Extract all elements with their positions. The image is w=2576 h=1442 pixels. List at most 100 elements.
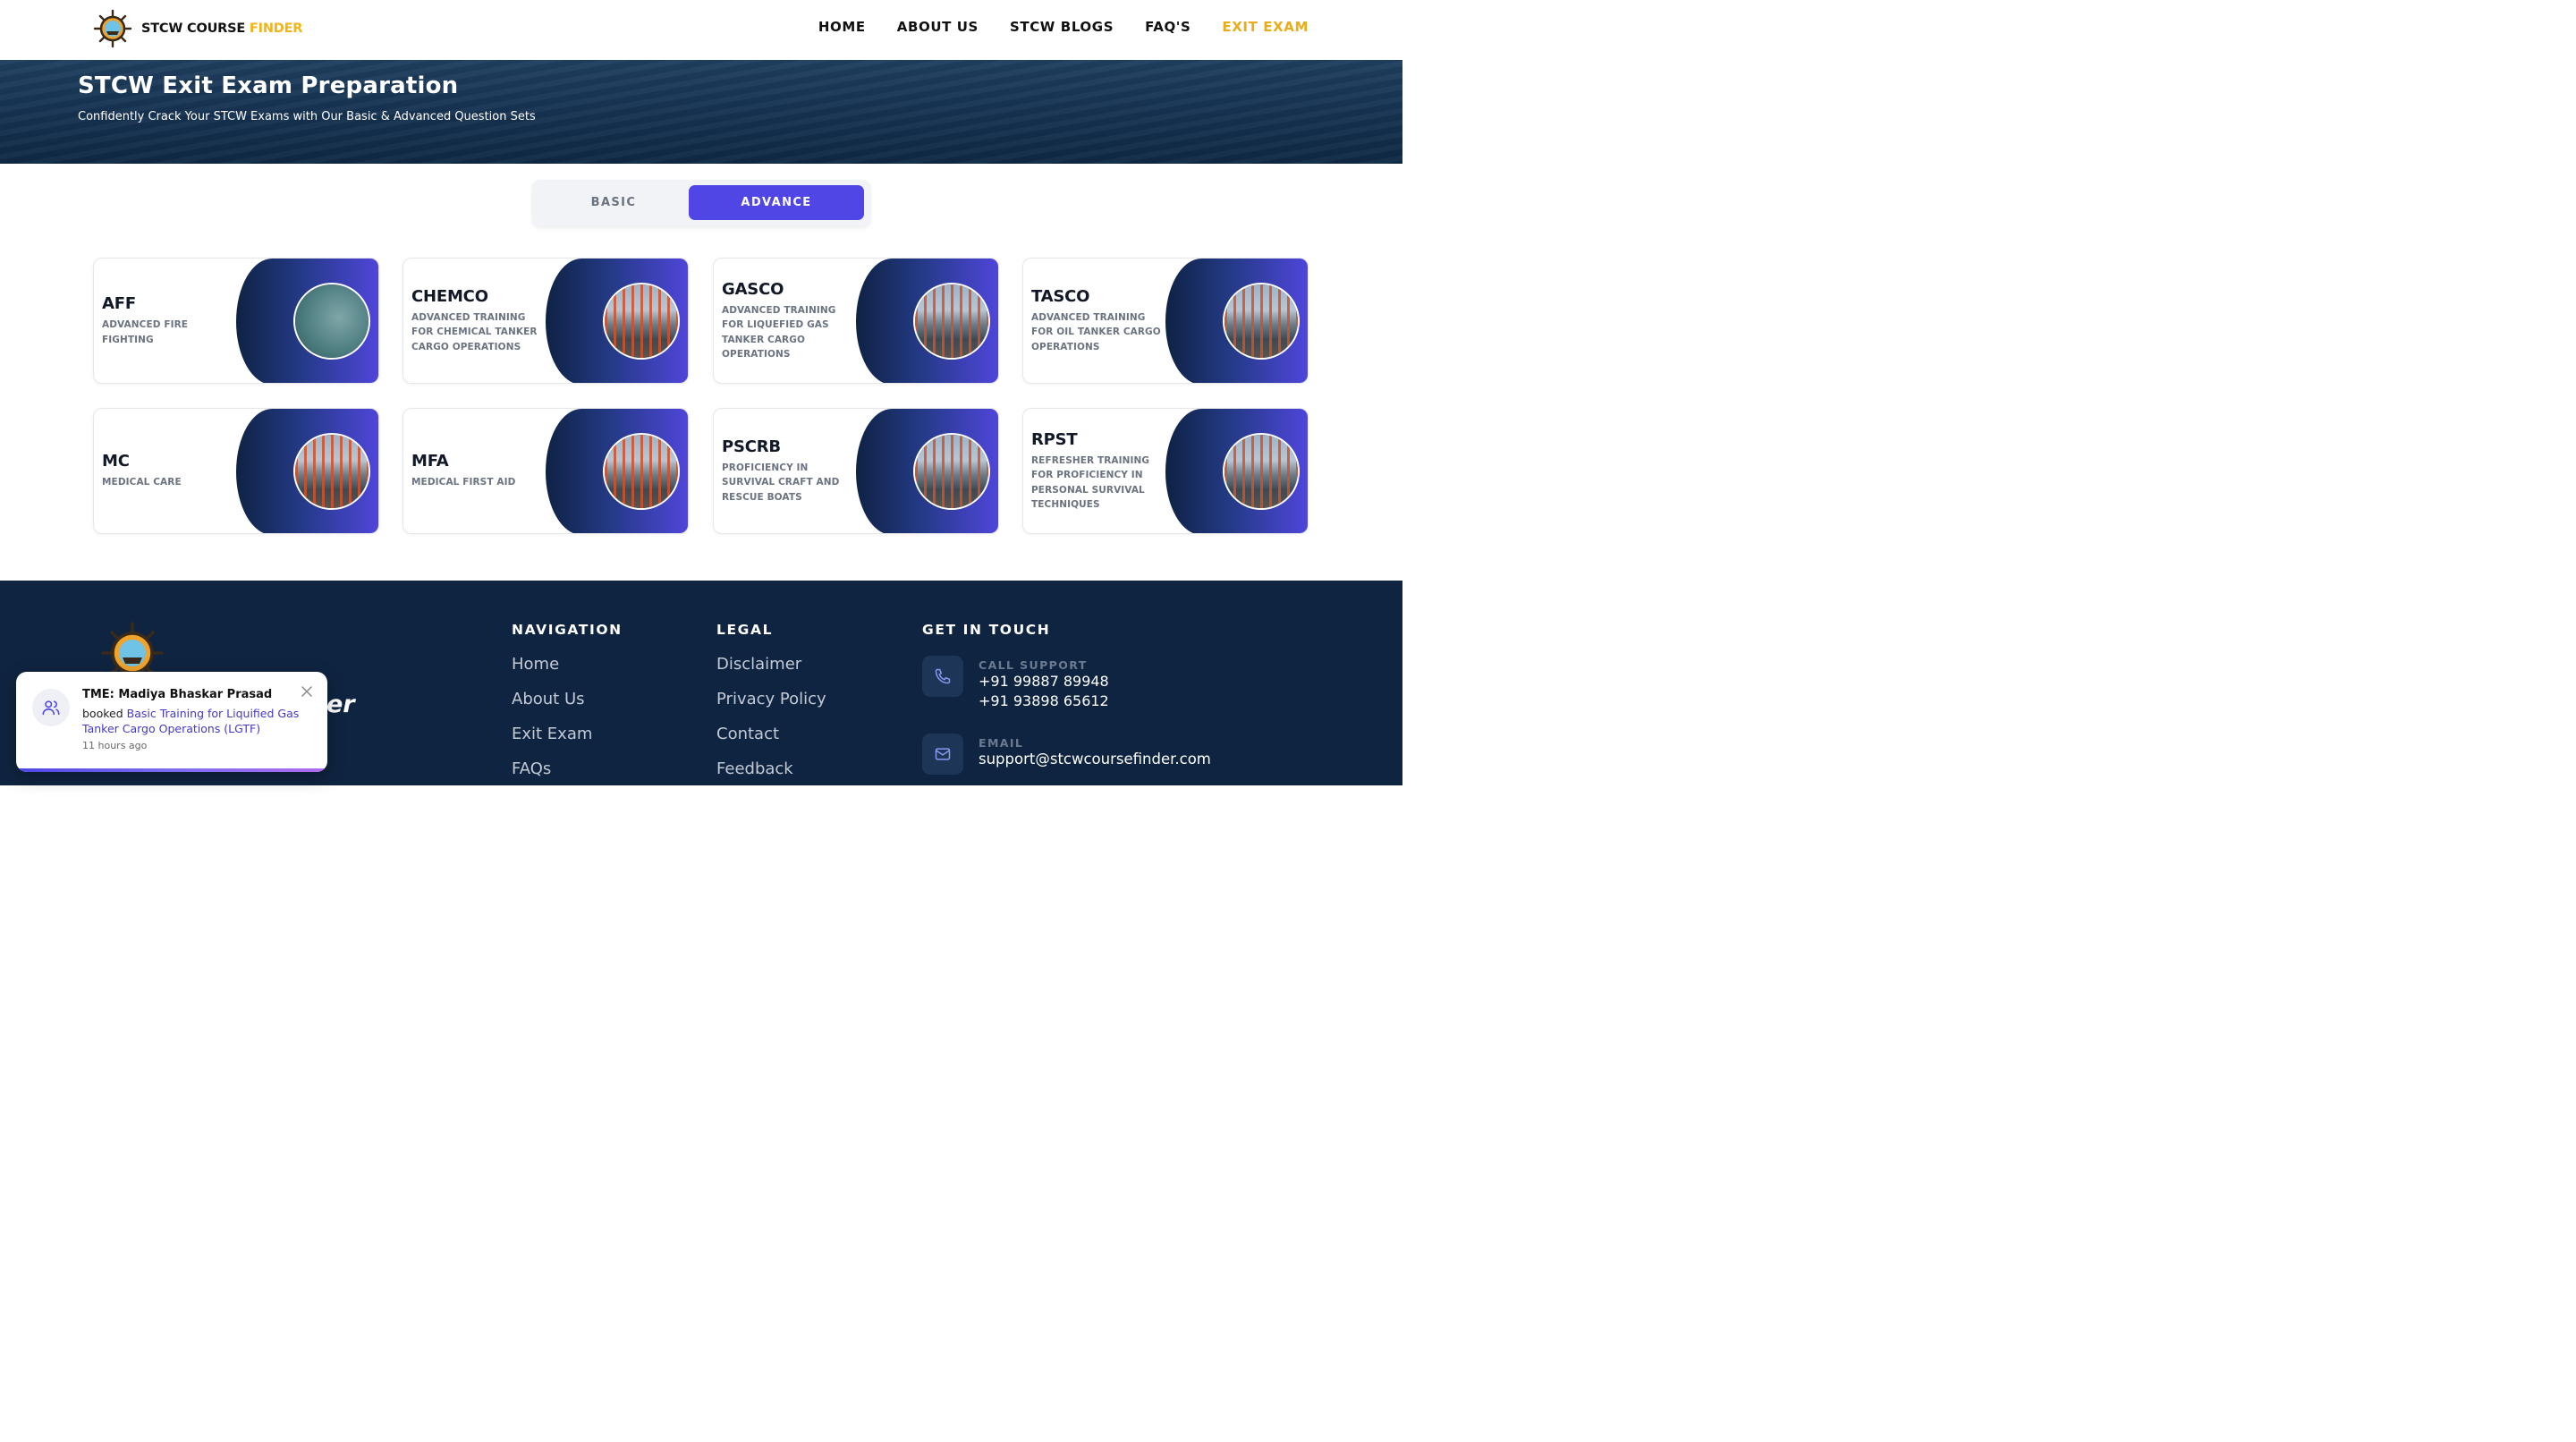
course-code: PSCRB <box>722 437 781 456</box>
footer-link-exit-exam[interactable]: Exit Exam <box>512 725 623 744</box>
course-card-mc[interactable]: MC MEDICAL CARE <box>93 408 379 534</box>
main-nav: HOME ABOUT US STCW BLOGS FAQ'S EXIT EXAM <box>818 19 1309 35</box>
page-subtitle: Confidently Crack Your STCW Exams with O… <box>78 110 536 123</box>
email-contact: EMAIL support@stcwcoursefinder.com <box>922 734 1211 775</box>
footer-legal-links: Disclaimer Privacy Policy Contact Feedba… <box>716 655 826 779</box>
course-image <box>603 283 680 360</box>
footer-legal-heading: LEGAL <box>716 622 774 638</box>
phone-number-2[interactable]: +91 93898 65612 <box>979 691 1109 711</box>
course-image <box>1223 433 1300 510</box>
booking-notification-toast: TME: Madiya Bhaskar Prasad booked Basic … <box>16 672 327 772</box>
nav-exit-exam[interactable]: EXIT EXAM <box>1222 19 1309 35</box>
course-description: ADVANCED TRAINING FOR CHEMICAL TANKER CA… <box>411 311 538 352</box>
course-card-text: TASCO ADVANCED TRAINING FOR OIL TANKER C… <box>1031 259 1165 383</box>
course-description: ADVANCED TRAINING FOR OIL TANKER CARGO O… <box>1031 311 1161 352</box>
site-logo[interactable]: STCW COURSE FINDER <box>93 9 302 48</box>
course-description: MEDICAL FIRST AID <box>411 477 516 488</box>
close-icon[interactable] <box>300 684 314 699</box>
toast-title: TME: Madiya Bhaskar Prasad <box>82 688 273 701</box>
ship-wheel-logo-icon <box>93 9 132 48</box>
course-card-text: RPST REFRESHER TRAINING FOR PROFICIENCY … <box>1031 409 1165 533</box>
course-description: ADVANCED FIRE FIGHTING <box>102 319 189 345</box>
call-support-label: CALL SUPPORT <box>979 658 1088 672</box>
footer-contact-heading: GET IN TOUCH <box>922 622 1051 638</box>
phone-icon <box>922 656 963 697</box>
nav-stcw-blogs[interactable]: STCW BLOGS <box>1010 19 1114 35</box>
course-image <box>293 283 370 360</box>
course-code: MFA <box>411 452 449 471</box>
course-card-rpst[interactable]: RPST REFRESHER TRAINING FOR PROFICIENCY … <box>1022 408 1309 534</box>
course-image <box>603 433 680 510</box>
exam-level-toggle: BASIC ADVANCE <box>532 180 870 226</box>
course-code: AFF <box>102 294 136 313</box>
users-icon <box>32 689 70 726</box>
basic-tab[interactable]: BASIC <box>539 185 688 220</box>
course-image <box>1223 283 1300 360</box>
course-code: GASCO <box>722 279 784 299</box>
footer-link-about-us[interactable]: About Us <box>512 690 623 709</box>
course-card-text: MFA MEDICAL FIRST AID <box>411 409 546 533</box>
footer-navigation: NAVIGATION Home About Us Exit Exam FAQs <box>512 622 623 779</box>
email-label: EMAIL <box>979 736 1024 750</box>
toast-timestamp: 11 hours ago <box>82 740 148 751</box>
course-card-pscrb[interactable]: PSCRB PROFICIENCY IN SURVIVAL CRAFT AND … <box>713 408 999 534</box>
port-photo <box>605 284 678 358</box>
footer-navigation-heading: NAVIGATION <box>512 622 623 638</box>
nav-home[interactable]: HOME <box>818 19 866 35</box>
course-description: PROFICIENCY IN SURVIVAL CRAFT AND RESCUE… <box>722 462 840 503</box>
toast-message: booked Basic Training for Liquified Gas … <box>82 707 306 736</box>
aff-photo <box>295 284 369 358</box>
mail-icon <box>922 734 963 775</box>
nav-about-us[interactable]: ABOUT US <box>897 19 979 35</box>
call-support: CALL SUPPORT +91 99887 89948 +91 93898 6… <box>922 656 1109 711</box>
port-photo <box>295 435 369 508</box>
course-code: CHEMCO <box>411 286 488 306</box>
course-description: REFRESHER TRAINING FOR PROFICIENCY IN PE… <box>1031 454 1150 511</box>
advance-tab[interactable]: ADVANCE <box>689 185 864 220</box>
footer-link-contact[interactable]: Contact <box>716 725 826 744</box>
site-header: STCW COURSE FINDER HOME ABOUT US STCW BL… <box>0 0 1402 60</box>
course-code: RPST <box>1031 429 1078 449</box>
course-card-text: CHEMCO ADVANCED TRAINING FOR CHEMICAL TA… <box>411 259 546 383</box>
port-photo <box>915 284 988 358</box>
course-card-text: MC MEDICAL CARE <box>102 409 236 533</box>
course-card-aff[interactable]: AFF ADVANCED FIRE FIGHTING <box>93 258 379 384</box>
course-image <box>293 433 370 510</box>
footer-link-privacy-policy[interactable]: Privacy Policy <box>716 690 826 709</box>
course-description: MEDICAL CARE <box>102 477 182 488</box>
course-code: TASCO <box>1031 286 1090 306</box>
footer-navigation-links: Home About Us Exit Exam FAQs <box>512 655 623 779</box>
course-description: ADVANCED TRAINING FOR LIQUEFIED GAS TANK… <box>722 304 836 360</box>
email-address[interactable]: support@stcwcoursefinder.com <box>979 750 1211 769</box>
footer-contact: GET IN TOUCH <box>922 622 1050 638</box>
toast-prefix: booked <box>82 707 127 720</box>
course-image <box>913 283 990 360</box>
course-card-tasco[interactable]: TASCO ADVANCED TRAINING FOR OIL TANKER C… <box>1022 258 1309 384</box>
footer-brand-text: er <box>326 691 355 718</box>
footer-link-faqs[interactable]: FAQs <box>512 759 623 779</box>
footer-link-home[interactable]: Home <box>512 655 623 674</box>
course-card-text: GASCO ADVANCED TRAINING FOR LIQUEFIED GA… <box>722 259 856 383</box>
nav-faqs[interactable]: FAQ'S <box>1145 19 1191 35</box>
brand-name: STCW COURSE FINDER <box>141 21 302 36</box>
page-title: STCW Exit Exam Preparation <box>78 72 459 99</box>
brand-name-accent: FINDER <box>249 21 303 36</box>
course-card-text: PSCRB PROFICIENCY IN SURVIVAL CRAFT AND … <box>722 409 856 533</box>
footer-legal: LEGAL Disclaimer Privacy Policy Contact … <box>716 622 826 779</box>
course-image <box>913 433 990 510</box>
phone-number-1[interactable]: +91 99887 89948 <box>979 672 1109 691</box>
course-card-chemco[interactable]: CHEMCO ADVANCED TRAINING FOR CHEMICAL TA… <box>402 258 689 384</box>
course-card-text: AFF ADVANCED FIRE FIGHTING <box>102 259 236 383</box>
hero-banner: STCW Exit Exam Preparation Confidently C… <box>0 60 1402 164</box>
port-photo <box>1224 435 1298 508</box>
course-card-mfa[interactable]: MFA MEDICAL FIRST AID <box>402 408 689 534</box>
port-photo <box>605 435 678 508</box>
course-code: MC <box>102 452 130 471</box>
footer-link-feedback[interactable]: Feedback <box>716 759 826 779</box>
port-photo <box>915 435 988 508</box>
course-card-gasco[interactable]: GASCO ADVANCED TRAINING FOR LIQUEFIED GA… <box>713 258 999 384</box>
footer-link-disclaimer[interactable]: Disclaimer <box>716 655 826 674</box>
brand-name-primary: STCW COURSE <box>141 21 250 36</box>
port-photo <box>1224 284 1298 358</box>
toast-progress-bar <box>16 768 327 772</box>
